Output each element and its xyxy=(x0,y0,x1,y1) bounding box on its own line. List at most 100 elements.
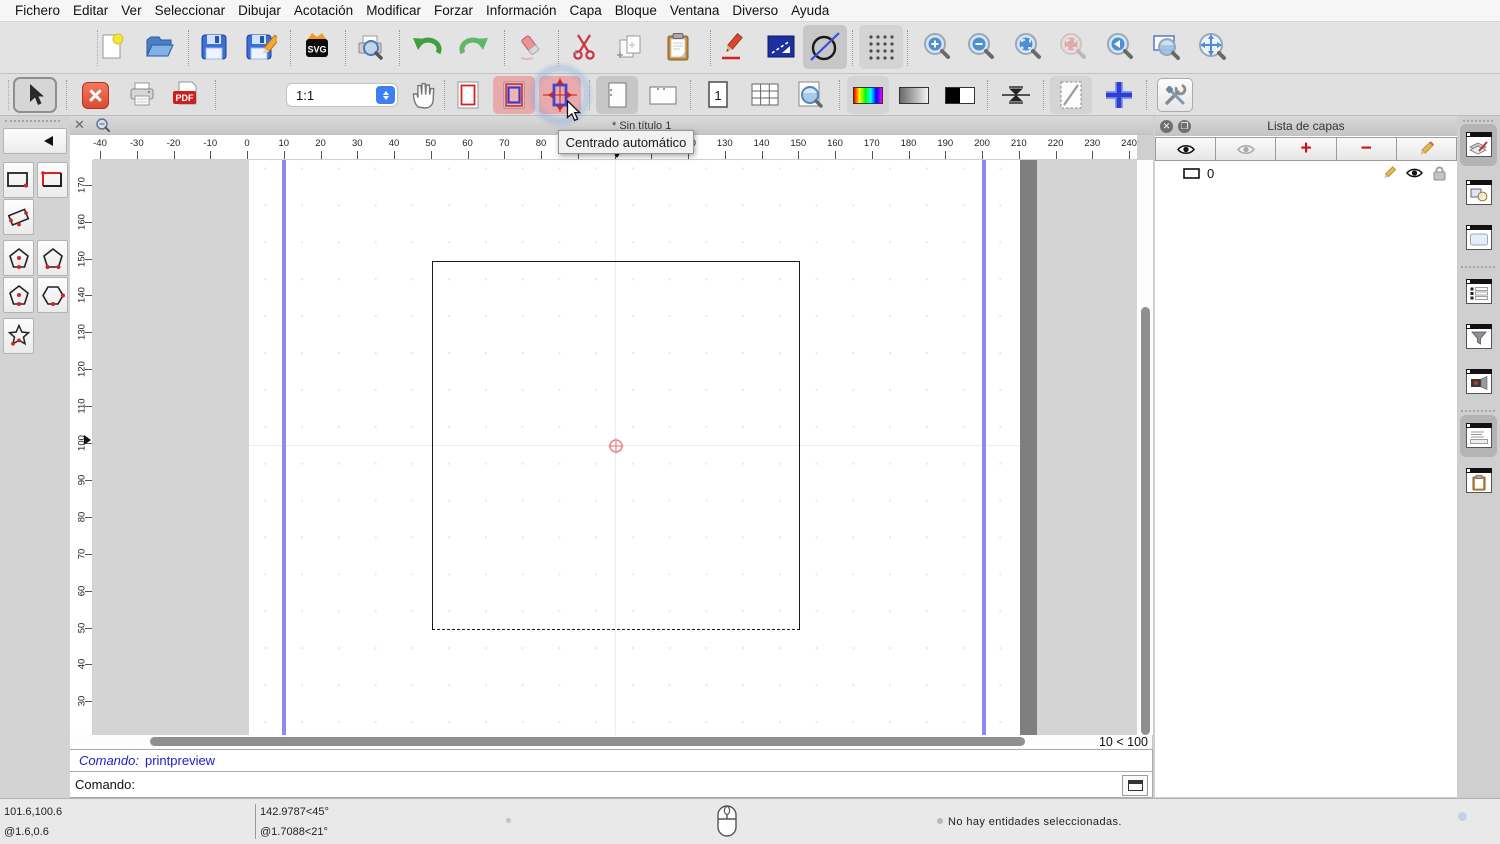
tab-close-icon[interactable]: ✕ xyxy=(74,117,85,133)
command-widget-dock-button[interactable] xyxy=(1460,361,1497,403)
library-browser-dock-button[interactable] xyxy=(1460,217,1497,259)
copy-button[interactable] xyxy=(609,25,653,69)
save-button[interactable] xyxy=(192,25,236,69)
menu-item-forzar[interactable]: Forzar xyxy=(434,3,473,18)
rectangle-3points-tool[interactable] xyxy=(37,162,68,198)
redo-button[interactable] xyxy=(452,25,496,69)
rectangle-2points-tool[interactable] xyxy=(3,162,34,198)
star-tool[interactable] xyxy=(3,318,34,354)
portrait-page-button[interactable] xyxy=(596,76,638,114)
svg-export-button[interactable]: SVG xyxy=(295,25,339,69)
cut-button[interactable] xyxy=(562,25,606,69)
color-mode-button[interactable] xyxy=(847,76,889,114)
grid-toggle-button[interactable] xyxy=(859,25,903,69)
blackwhite-mode-button[interactable] xyxy=(939,76,981,114)
measure-distance-button[interactable] xyxy=(759,25,803,69)
menu-item-ver[interactable]: Ver xyxy=(121,3,141,18)
zoom-out-button[interactable] xyxy=(959,25,1003,69)
preview-zoom-button[interactable] xyxy=(790,76,832,114)
zoom-auto-button[interactable] xyxy=(1006,25,1050,69)
menu-item-acotacion[interactable]: Acotación xyxy=(294,3,353,18)
draft-mode-button[interactable] xyxy=(1050,76,1092,114)
panel-undock-icon[interactable]: ❐ xyxy=(1178,120,1191,133)
circle-line-button[interactable] xyxy=(803,25,847,69)
print-preview-button[interactable] xyxy=(349,25,393,69)
edit-layer-button[interactable] xyxy=(1397,137,1457,161)
save-as-button[interactable] xyxy=(239,25,283,69)
zoom-pan-button[interactable] xyxy=(1191,25,1235,69)
show-all-layers-button[interactable] xyxy=(1155,137,1216,161)
relative-zero-marker xyxy=(607,437,625,455)
horizontal-scrollbar[interactable]: 10 < 100 xyxy=(70,735,1153,749)
menu-item-dibujar[interactable]: Dibujar xyxy=(238,3,281,18)
draw-pen-button[interactable] xyxy=(711,25,755,69)
palette-back-button[interactable] xyxy=(3,128,67,154)
menu-item-editar[interactable]: Editar xyxy=(73,3,108,18)
add-layer-button[interactable]: + xyxy=(1276,137,1336,161)
print-button[interactable] xyxy=(121,76,163,114)
polygon-2corners-tool[interactable] xyxy=(37,240,68,276)
menu-item-bloque[interactable]: Bloque xyxy=(615,3,657,18)
pan-hand-button[interactable] xyxy=(402,76,444,114)
scale-combobox[interactable]: 1:1 xyxy=(286,83,398,107)
landscape-page-button[interactable] xyxy=(642,76,684,114)
vertical-scrollbar-thumb[interactable] xyxy=(1141,307,1150,735)
open-file-button[interactable] xyxy=(137,25,181,69)
ruler-tick xyxy=(504,151,505,159)
menu-item-ventana[interactable]: Ventana xyxy=(670,3,720,18)
remove-layer-button[interactable]: − xyxy=(1337,137,1397,161)
clipboard-dock-button[interactable] xyxy=(1460,460,1497,502)
horizontal-scrollbar-thumb[interactable] xyxy=(150,737,1025,746)
menu-item-informacion[interactable]: Información xyxy=(486,3,557,18)
filter-dock-button[interactable] xyxy=(1460,316,1497,358)
menu-item-capa[interactable]: Capa xyxy=(570,3,602,18)
entity-info-dock-button[interactable] xyxy=(1460,271,1497,313)
command-line[interactable]: Comando: xyxy=(70,771,1153,798)
multi-page-button[interactable] xyxy=(744,76,786,114)
pdf-export-button[interactable]: PDF xyxy=(165,76,207,114)
hexagon-tool[interactable] xyxy=(37,277,68,313)
menu-item-modificar[interactable]: Modificar xyxy=(366,3,421,18)
dock-toolbar xyxy=(1457,116,1500,797)
select-arrow-button[interactable] xyxy=(13,77,57,113)
command-line-dock-button[interactable] xyxy=(1460,415,1497,457)
block-list-dock-button[interactable] xyxy=(1460,172,1497,214)
menu-item-diverso[interactable]: Diverso xyxy=(732,3,778,18)
grayscale-mode-button[interactable] xyxy=(893,76,935,114)
block-list-icon xyxy=(1466,180,1492,207)
new-document-button[interactable] xyxy=(91,25,135,69)
layer-edit-pencil-icon[interactable] xyxy=(1381,165,1397,181)
menu-item-fichero[interactable]: Fichero xyxy=(15,3,60,18)
drawing-canvas[interactable] xyxy=(93,160,1137,735)
layer-lock-icon[interactable] xyxy=(1432,165,1447,181)
layer-row-0[interactable]: 0 xyxy=(1155,163,1457,183)
fit-to-page-button[interactable] xyxy=(493,76,535,114)
zoom-selected-button[interactable] xyxy=(1051,25,1095,69)
vertical-scrollbar[interactable] xyxy=(1137,160,1153,735)
panel-close-icon[interactable]: ✕ xyxy=(1160,120,1173,133)
undo-button[interactable] xyxy=(405,25,449,69)
polygon-center-corner-tool[interactable] xyxy=(3,240,34,276)
page-borders-button[interactable] xyxy=(447,76,489,114)
single-page-button[interactable]: 1 xyxy=(697,76,739,114)
selection-status-dot xyxy=(937,818,943,824)
zoom-in-button[interactable] xyxy=(915,25,959,69)
rotated-rectangle-tool[interactable] xyxy=(3,199,34,235)
command-options-button[interactable] xyxy=(1122,775,1148,796)
zoom-window-button[interactable] xyxy=(1145,25,1189,69)
options-button[interactable] xyxy=(1157,78,1193,112)
paste-button[interactable] xyxy=(656,25,700,69)
delete-entities-button[interactable] xyxy=(509,25,553,69)
menu-item-ayuda[interactable]: Ayuda xyxy=(791,3,829,18)
close-print-preview-button[interactable] xyxy=(74,76,116,114)
ruler-tick xyxy=(541,151,542,159)
menu-item-seleccionar[interactable]: Seleccionar xyxy=(155,3,226,18)
layer-visible-eye-icon[interactable] xyxy=(1405,166,1424,180)
line-width-button[interactable] xyxy=(995,76,1037,114)
ruler-top-label: 150 xyxy=(790,138,806,149)
polygon-center-tangent-tool[interactable] xyxy=(3,277,34,313)
layer-list-dock-button[interactable] xyxy=(1460,124,1497,166)
show-construction-layers-button[interactable] xyxy=(1216,137,1276,161)
zoom-previous-button[interactable] xyxy=(1098,25,1142,69)
center-cross-button[interactable] xyxy=(1098,76,1140,114)
